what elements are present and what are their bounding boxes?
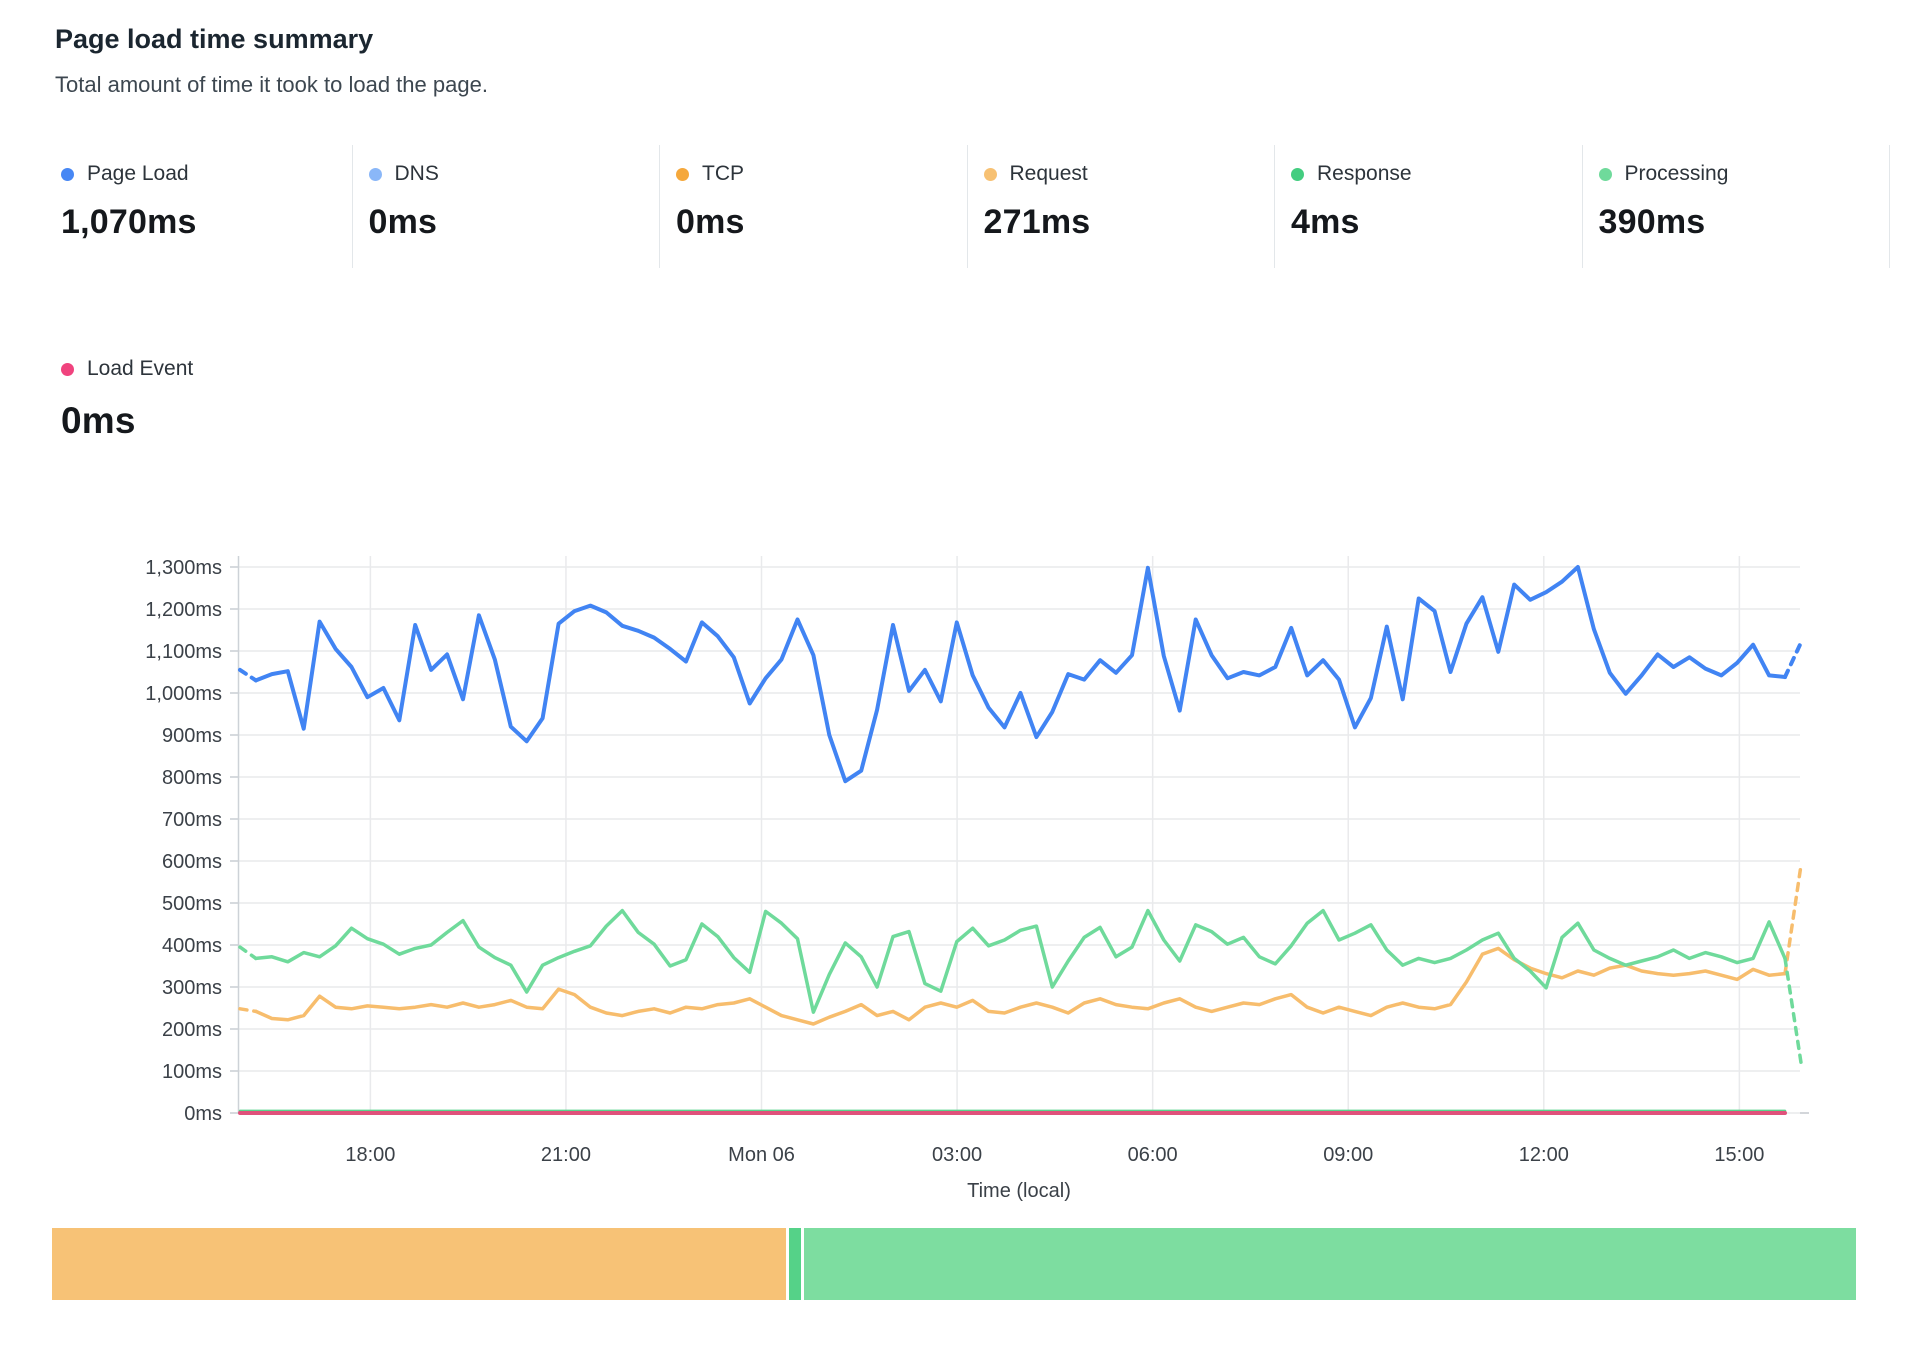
- y-tick-label: 200ms: [162, 1019, 222, 1041]
- y-tick-label: 700ms: [162, 809, 222, 831]
- x-tick-label: 18:00: [345, 1144, 395, 1166]
- chart-grid: [230, 556, 1809, 1113]
- x-tick-label: 12:00: [1519, 1144, 1569, 1166]
- y-axis-labels: 0ms 100ms 200ms 300ms 400ms 500ms 600ms 700ms 80…: [145, 557, 222, 1125]
- x-tick-label: 21:00: [541, 1144, 591, 1166]
- y-tick-label: 900ms: [162, 725, 222, 747]
- x-axis-title: Time (local): [967, 1180, 1071, 1202]
- page-load-time-chart[interactable]: 0ms 100ms 200ms 300ms 400ms 500ms 600ms 700ms 80…: [0, 0, 1910, 1352]
- y-tick-label: 1,200ms: [145, 599, 222, 621]
- y-tick-label: 100ms: [162, 1061, 222, 1083]
- y-tick-label: 400ms: [162, 935, 222, 957]
- x-tick-label: 06:00: [1128, 1144, 1178, 1166]
- y-tick-label: 0ms: [184, 1103, 222, 1125]
- y-tick-label: 1,100ms: [145, 641, 222, 663]
- x-tick-label: Mon 06: [728, 1144, 795, 1166]
- y-tick-label: 500ms: [162, 893, 222, 915]
- x-tick-label: 03:00: [932, 1144, 982, 1166]
- y-tick-label: 1,000ms: [145, 683, 222, 705]
- x-axis-labels: 18:00 21:00 Mon 06 03:00 06:00 09:00 12:00 15:0…: [345, 1144, 1764, 1202]
- x-tick-label: 15:00: [1714, 1144, 1764, 1166]
- y-tick-label: 800ms: [162, 767, 222, 789]
- series-page-load: [240, 567, 1801, 781]
- timeline-range-bar[interactable]: [52, 1228, 1856, 1300]
- y-tick-label: 300ms: [162, 977, 222, 999]
- y-tick-label: 600ms: [162, 851, 222, 873]
- timeline-segment[interactable]: [789, 1228, 801, 1300]
- timeline-segment[interactable]: [52, 1228, 786, 1300]
- y-tick-label: 1,300ms: [145, 557, 222, 579]
- x-tick-label: 09:00: [1323, 1144, 1373, 1166]
- timeline-segment[interactable]: [804, 1228, 1856, 1300]
